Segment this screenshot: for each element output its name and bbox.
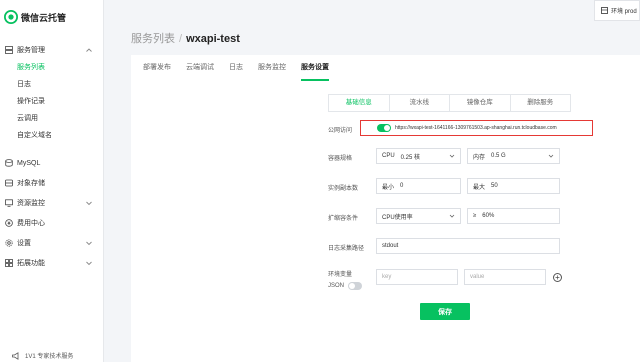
min-value: 0 (400, 183, 404, 189)
min-prefix: 最小 (382, 184, 395, 191)
threshold-operator: ≥ (473, 213, 477, 219)
subtab-basic-info[interactable]: 基础信息 (329, 95, 390, 111)
sidebar-item-custom-domain[interactable]: 自定义域名 (0, 127, 103, 144)
sidebar-item-mysql[interactable]: MySQL (0, 154, 103, 172)
max-replicas-input[interactable]: 最大 50 (467, 178, 560, 194)
service-settings-card: 部署发布 云端调试 日志 服务监控 服务设置 基础信息 流水线 镜像仓库 删除服… (131, 55, 640, 362)
billing-icon (5, 219, 13, 227)
sidebar-nav: 服务管理 服务列表 日志 操作记录 云调用 自定义域名 MySQL 对象存储 资… (0, 41, 103, 272)
breadcrumb-service-list[interactable]: 服务列表 (131, 33, 175, 45)
sidebar-group-resource-monitor[interactable]: 资源监控 (0, 194, 103, 212)
tab-cloud-debug[interactable]: 云端调试 (186, 55, 214, 81)
sidebar: 微信云托管 服务管理 服务列表 日志 操作记录 云调用 自定义域名 MySQL … (0, 0, 104, 362)
sidebar-item-cloud-call[interactable]: 云调用 (0, 110, 103, 127)
chevron-down-icon (86, 201, 92, 206)
public-access-url[interactable]: https://wxapi-test-1641166-1309761503.ap… (395, 125, 557, 131)
scaling-metric-select[interactable]: CPU使用率 (376, 208, 461, 224)
tab-settings[interactable]: 服务设置 (301, 55, 329, 81)
chevron-down-icon (548, 154, 554, 158)
env-switcher[interactable]: 环境 prod (594, 0, 640, 21)
env-icon (601, 7, 608, 14)
sidebar-group-label: 服务管理 (17, 47, 45, 54)
scaling-condition-label: 扩缩容条件 (328, 216, 359, 222)
sidebar-group-label: 费用中心 (17, 220, 45, 227)
env-value-placeholder: value (470, 274, 485, 280)
max-value: 50 (491, 183, 498, 189)
service-tabs: 部署发布 云端调试 日志 服务监控 服务设置 (143, 55, 344, 81)
log-path-input[interactable]: stdout (376, 238, 560, 254)
brand[interactable]: 微信云托管 (0, 0, 103, 34)
sidebar-item-object-storage[interactable]: 对象存储 (0, 174, 103, 192)
subtab-image-repo[interactable]: 镜像仓库 (450, 95, 511, 111)
expert-service-label: 1V1 专家技术服务 (25, 354, 74, 360)
storage-icon (5, 179, 13, 187)
tab-deploy[interactable]: 部署发布 (143, 55, 171, 81)
sidebar-group-label: 对象存储 (17, 180, 45, 187)
cpu-select[interactable]: CPU 0.25 核 (376, 148, 461, 164)
env-key-placeholder: key (382, 274, 392, 280)
server-icon (5, 46, 13, 54)
chevron-down-icon (86, 261, 92, 266)
sidebar-group-label: 设置 (17, 240, 31, 247)
gear-icon (5, 239, 13, 247)
sidebar-group-settings[interactable]: 设置 (0, 234, 103, 252)
subtab-delete-service[interactable]: 删除服务 (511, 95, 571, 111)
sidebar-group-label: 资源监控 (17, 200, 45, 207)
memory-value: 0.5 G (491, 153, 506, 159)
max-prefix: 最大 (473, 184, 486, 191)
json-label: JSON (328, 283, 345, 289)
tab-logs[interactable]: 日志 (229, 55, 243, 81)
cloud-logo-icon (4, 10, 18, 24)
sidebar-group-service-management[interactable]: 服务管理 (0, 41, 103, 59)
env-value-input[interactable]: value (464, 269, 546, 285)
tab-monitor[interactable]: 服务监控 (258, 55, 286, 81)
sidebar-group-label: 拓展功能 (17, 260, 45, 267)
brand-name: 微信云托管 (21, 12, 67, 23)
extension-icon (5, 259, 13, 267)
breadcrumb-separator: / (179, 33, 183, 45)
json-toggle[interactable] (348, 282, 363, 290)
cpu-prefix: CPU (382, 153, 395, 159)
scaling-threshold-input[interactable]: ≥ 60% (467, 208, 560, 224)
megaphone-icon (12, 351, 19, 360)
public-access-toggle[interactable] (377, 124, 391, 132)
log-path-value: stdout (382, 243, 399, 249)
cpu-value: 0.25 核 (400, 154, 421, 161)
public-access-highlight: https://wxapi-test-1641166-1309761503.ap… (360, 120, 593, 136)
min-replicas-input[interactable]: 最小 0 (376, 178, 461, 194)
chevron-down-icon (449, 154, 455, 158)
chevron-down-icon (86, 241, 92, 246)
memory-prefix: 内存 (473, 154, 486, 161)
scaling-metric-value: CPU使用率 (382, 214, 413, 221)
add-env-var-button[interactable]: + (553, 273, 562, 282)
database-icon (5, 159, 13, 167)
chevron-down-icon (449, 214, 455, 218)
sidebar-item-billing-center[interactable]: 费用中心 (0, 214, 103, 232)
env-key-input[interactable]: key (376, 269, 458, 285)
log-path-label: 日志采集路径 (328, 246, 365, 252)
env-vars-label: 环境变量 (328, 272, 353, 278)
settings-subtabs: 基础信息 流水线 镜像仓库 删除服务 (328, 94, 571, 112)
container-spec-label: 容器规格 (328, 156, 353, 162)
service-name: wxapi-test (186, 33, 240, 45)
env-label: 环境 prod (611, 9, 637, 15)
replicas-label: 实例副本数 (328, 186, 359, 192)
save-button[interactable]: 保存 (420, 303, 470, 320)
subtab-pipeline[interactable]: 流水线 (390, 95, 450, 111)
expert-service-link[interactable]: 1V1 专家技术服务 (12, 351, 73, 360)
sidebar-group-label: MySQL (17, 159, 41, 167)
sidebar-item-operation-records[interactable]: 操作记录 (0, 93, 103, 110)
monitor-icon (5, 199, 13, 207)
public-access-label: 公网访问 (328, 128, 353, 134)
sidebar-item-logs[interactable]: 日志 (0, 76, 103, 93)
sidebar-group-extensions[interactable]: 拓展功能 (0, 254, 103, 272)
page-title: 服务列表 / wxapi-test (131, 30, 240, 46)
sidebar-item-service-list[interactable]: 服务列表 (0, 59, 103, 76)
memory-select[interactable]: 内存 0.5 G (467, 148, 560, 164)
chevron-up-icon (86, 48, 92, 52)
threshold-value: 60% (482, 213, 495, 219)
json-mode-row: JSON (328, 282, 366, 290)
